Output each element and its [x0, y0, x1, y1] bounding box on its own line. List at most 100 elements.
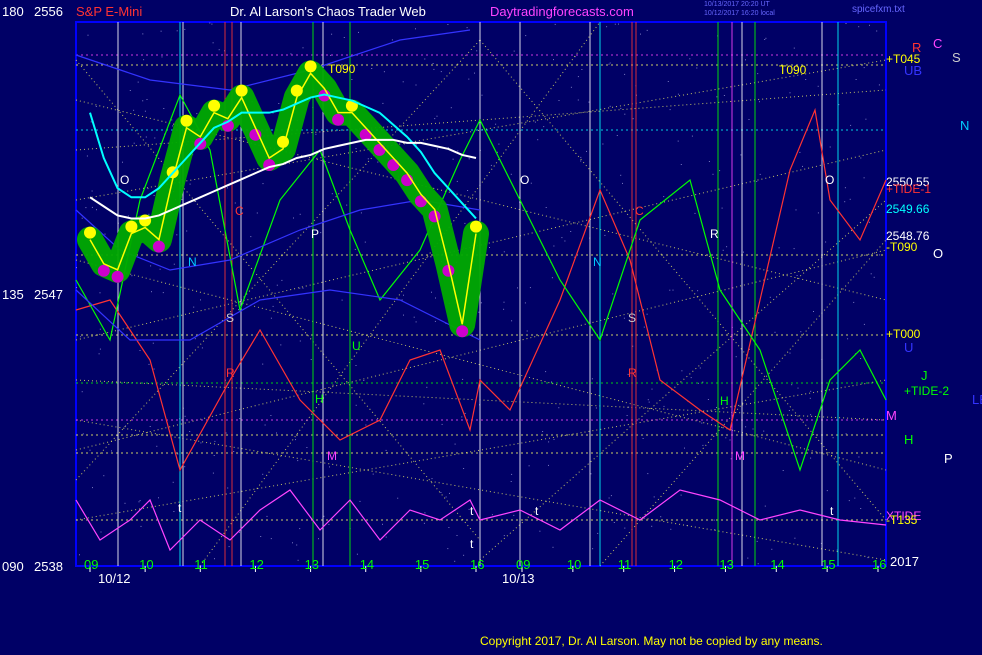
- star-dot: [863, 67, 865, 69]
- star-dot: [189, 183, 191, 185]
- star-dot: [238, 531, 240, 533]
- star-dot: [774, 331, 776, 333]
- x-tick-label: 11: [618, 557, 632, 572]
- star-dot: [592, 548, 594, 550]
- star-dot: [580, 160, 582, 162]
- star-dot: [586, 150, 587, 152]
- star-dot: [735, 356, 737, 358]
- star-dot: [764, 505, 766, 507]
- star-dot: [595, 407, 597, 409]
- star-dot: [810, 414, 812, 416]
- planet-label: C: [933, 36, 942, 51]
- star-dot: [122, 161, 123, 163]
- star-dot: [805, 79, 807, 80]
- star-dot: [95, 106, 97, 107]
- star-dot: [858, 456, 860, 458]
- star-dot: [292, 542, 293, 544]
- star-dot: [76, 267, 77, 269]
- star-dot: [539, 530, 541, 532]
- star-dot: [92, 487, 93, 489]
- star-dot: [139, 350, 141, 351]
- star-dot: [346, 204, 348, 206]
- star-dot: [869, 24, 870, 26]
- timing-grid-line: [479, 199, 887, 561]
- star-dot: [434, 118, 436, 120]
- star-dot: [385, 449, 387, 451]
- planet-label: N: [960, 118, 969, 133]
- header-level: 180: [2, 4, 24, 19]
- star-dot: [462, 378, 464, 380]
- star-dot: [530, 182, 532, 184]
- right-label: +TIDE-2: [904, 384, 949, 398]
- star-dot: [448, 527, 450, 528]
- star-dot: [723, 95, 725, 96]
- star-dot: [331, 193, 333, 195]
- star-dot: [330, 54, 331, 56]
- star-dot: [558, 407, 560, 409]
- star-dot: [447, 548, 449, 550]
- star-dot: [150, 265, 152, 267]
- star-dot: [227, 487, 229, 489]
- star-dot: [697, 382, 699, 384]
- star-dot: [250, 236, 252, 238]
- star-dot: [648, 401, 650, 403]
- star-dot: [725, 437, 727, 439]
- star-dot: [588, 101, 590, 103]
- star-dot: [764, 39, 766, 40]
- chart-marker: T090: [779, 63, 807, 77]
- star-dot: [526, 330, 528, 332]
- star-dot: [468, 78, 470, 80]
- star-dot: [643, 326, 645, 328]
- chart-title: Dr. Al Larson's Chaos Trader Web: [230, 4, 426, 19]
- star-dot: [211, 23, 213, 25]
- bull-dot: [470, 220, 482, 233]
- site-link[interactable]: Daytradingforecasts.com: [490, 4, 634, 19]
- star-dot: [604, 234, 606, 236]
- star-dot: [794, 537, 796, 539]
- star-dot: [90, 121, 92, 123]
- star-dot: [829, 146, 831, 148]
- date-label: 10/13: [502, 571, 535, 586]
- star-dot: [640, 33, 641, 35]
- star-dot: [747, 557, 749, 559]
- star-dot: [553, 438, 555, 440]
- star-dot: [413, 316, 415, 318]
- star-dot: [793, 248, 795, 250]
- star-dot: [690, 377, 692, 379]
- star-dot: [616, 135, 618, 136]
- chart-marker: N: [593, 255, 602, 269]
- chart-marker: H: [720, 394, 729, 408]
- star-dot: [158, 497, 159, 499]
- star-dot: [813, 311, 814, 312]
- star-dot: [498, 143, 500, 145]
- star-dot: [537, 139, 539, 141]
- star-dot: [669, 109, 671, 111]
- file-code: spicefxm.txt: [852, 4, 905, 15]
- star-dot: [173, 511, 175, 512]
- star-dot: [854, 497, 856, 499]
- star-dot: [200, 299, 201, 301]
- star-dot: [853, 301, 855, 303]
- star-dot: [552, 546, 554, 548]
- star-dot: [791, 384, 793, 386]
- star-dot: [517, 287, 518, 289]
- star-dot: [513, 514, 515, 516]
- star-dot: [209, 22, 211, 24]
- star-dot: [226, 187, 228, 189]
- star-dot: [708, 161, 710, 162]
- star-dot: [140, 525, 142, 527]
- chart-marker: M: [327, 449, 337, 463]
- star-dot: [478, 311, 480, 313]
- header-price: 2556: [34, 4, 63, 19]
- star-dot: [423, 522, 425, 524]
- star-dot: [320, 232, 322, 234]
- star-dot: [184, 28, 186, 30]
- star-dot: [225, 432, 227, 434]
- star-dot: [276, 284, 278, 286]
- star-dot: [129, 90, 131, 91]
- star-dot: [81, 391, 83, 393]
- star-dot: [79, 554, 80, 556]
- star-dot: [432, 63, 434, 64]
- star-dot: [302, 287, 304, 289]
- star-dot: [624, 73, 626, 75]
